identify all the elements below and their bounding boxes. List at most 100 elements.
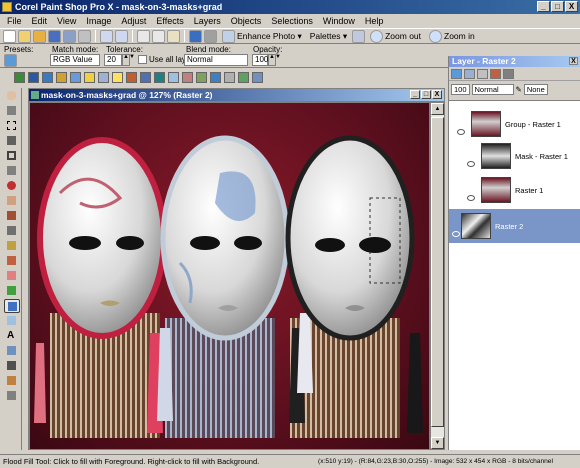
- mask-icon[interactable]: [42, 71, 53, 83]
- dropper-tool[interactable]: [4, 134, 20, 148]
- script-icon[interactable]: [182, 71, 193, 83]
- layer-row[interactable]: Raster 1: [449, 173, 580, 207]
- layer-opacity-input[interactable]: 100: [451, 83, 470, 95]
- grid-icon[interactable]: [224, 71, 235, 83]
- menu-file[interactable]: File: [2, 16, 27, 26]
- duplicate-layer-icon[interactable]: [477, 68, 488, 79]
- dodge-tool[interactable]: [4, 239, 20, 253]
- eraser-tool[interactable]: [4, 269, 20, 283]
- color-icon[interactable]: [210, 71, 221, 83]
- makeover-tool[interactable]: [4, 194, 20, 208]
- selection-tool[interactable]: [4, 119, 20, 133]
- link-icon[interactable]: ✎: [516, 85, 522, 94]
- opacity-input[interactable]: 100: [252, 54, 268, 66]
- menu-edit[interactable]: Edit: [27, 16, 53, 26]
- new-file-icon[interactable]: [3, 29, 16, 43]
- new-mask-icon[interactable]: [503, 68, 514, 79]
- blend-mode-select[interactable]: Normal: [184, 54, 248, 66]
- tree-icon[interactable]: [238, 71, 249, 83]
- menu-objects[interactable]: Objects: [226, 16, 267, 26]
- learning-center-icon[interactable]: [196, 71, 207, 83]
- scan-icon[interactable]: [63, 29, 76, 43]
- preset-picker-icon[interactable]: [4, 54, 17, 67]
- brush-variance-icon[interactable]: [126, 71, 137, 83]
- fit-window-icon[interactable]: [352, 29, 366, 43]
- layer-row[interactable]: Group - Raster 1: [449, 107, 580, 141]
- delete-layer-icon[interactable]: [490, 68, 501, 79]
- straighten-tool[interactable]: [4, 164, 20, 178]
- scroll-up-arrow[interactable]: ▲: [431, 103, 444, 115]
- print-icon[interactable]: [78, 29, 91, 43]
- paint-brush-tool[interactable]: [4, 254, 20, 268]
- layer-row-selected[interactable]: Raster 2: [449, 209, 580, 243]
- cut-icon[interactable]: [137, 29, 150, 43]
- zoom-out-button[interactable]: Zoom out: [367, 29, 424, 43]
- pick-tool[interactable]: [4, 104, 20, 118]
- tolerance-spinner[interactable]: ▲▼: [122, 54, 135, 66]
- close-button[interactable]: X: [565, 1, 578, 12]
- info-palette-icon[interactable]: [168, 71, 179, 83]
- visibility-eye-icon[interactable]: [452, 231, 460, 237]
- redo-icon[interactable]: [115, 29, 128, 43]
- selection-icon[interactable]: [28, 71, 39, 83]
- preset-shape-tool[interactable]: [4, 344, 20, 358]
- menu-image[interactable]: Image: [81, 16, 116, 26]
- minimize-button[interactable]: _: [537, 1, 550, 12]
- clone-brush-tool[interactable]: [4, 209, 20, 223]
- use-all-layers-checkbox[interactable]: [138, 55, 147, 64]
- opacity-spinner[interactable]: ▲▼: [268, 54, 281, 66]
- warp-brush-tool[interactable]: [4, 374, 20, 388]
- menu-effects[interactable]: Effects: [151, 16, 188, 26]
- menu-view[interactable]: View: [52, 16, 81, 26]
- info-icon[interactable]: [189, 29, 202, 43]
- tolerance-input[interactable]: 20: [104, 54, 122, 66]
- crop-tool[interactable]: [4, 149, 20, 163]
- scratch-remover-tool[interactable]: [4, 224, 20, 238]
- channel-icon[interactable]: [98, 71, 109, 83]
- color-replacer-tool[interactable]: [4, 314, 20, 328]
- copy-icon[interactable]: [152, 29, 165, 43]
- menu-help[interactable]: Help: [360, 16, 389, 26]
- effect-icon[interactable]: [56, 71, 67, 83]
- paste-icon[interactable]: [167, 29, 180, 43]
- enhance-photo-menu[interactable]: Enhance Photo ▾: [219, 29, 305, 43]
- palettes-menu[interactable]: Palettes ▾: [307, 31, 350, 42]
- layer-blend-select[interactable]: Normal: [471, 83, 514, 95]
- pen-tool[interactable]: [4, 359, 20, 373]
- visibility-eye-icon[interactable]: [467, 195, 475, 201]
- text-tool[interactable]: A: [4, 329, 20, 343]
- overview-icon[interactable]: [154, 71, 165, 83]
- scroll-thumb[interactable]: [431, 117, 444, 427]
- flood-fill-tool[interactable]: [4, 299, 20, 313]
- screenshot-icon[interactable]: [204, 29, 217, 43]
- new-layer-icon[interactable]: [451, 68, 462, 79]
- doc-maximize-button[interactable]: □: [421, 90, 431, 99]
- vertical-scrollbar[interactable]: ▲ ▼: [430, 103, 444, 449]
- menu-window[interactable]: Window: [318, 16, 360, 26]
- deform-tool[interactable]: [4, 389, 20, 403]
- menu-adjust[interactable]: Adjust: [116, 16, 151, 26]
- doc-minimize-button[interactable]: _: [410, 90, 420, 99]
- red-eye-tool[interactable]: [4, 179, 20, 193]
- match-mode-select[interactable]: RGB Value: [50, 54, 100, 66]
- pan-tool[interactable]: [4, 89, 20, 103]
- menu-selections[interactable]: Selections: [266, 16, 318, 26]
- doc-close-button[interactable]: X: [432, 90, 442, 99]
- open-folder-icon[interactable]: [18, 29, 31, 43]
- save-icon[interactable]: [48, 29, 61, 43]
- smile-icon[interactable]: [112, 71, 123, 83]
- menu-layers[interactable]: Layers: [189, 16, 226, 26]
- layer-link-select[interactable]: None: [523, 83, 548, 95]
- layer-properties-icon[interactable]: [464, 68, 475, 79]
- zoom-in-button[interactable]: Zoom in: [426, 29, 478, 43]
- layer-icon[interactable]: [14, 71, 25, 83]
- maximize-button[interactable]: □: [551, 1, 564, 12]
- layer-palette-close-button[interactable]: X: [569, 57, 578, 65]
- visibility-eye-icon[interactable]: [467, 161, 475, 167]
- image-canvas[interactable]: [30, 103, 429, 449]
- adjust-icon[interactable]: [70, 71, 81, 83]
- picture-tube-tool[interactable]: [4, 284, 20, 298]
- layer-row[interactable]: Mask - Raster 1: [449, 139, 580, 173]
- sun-icon[interactable]: [84, 71, 95, 83]
- filmstrip-icon[interactable]: [252, 71, 263, 83]
